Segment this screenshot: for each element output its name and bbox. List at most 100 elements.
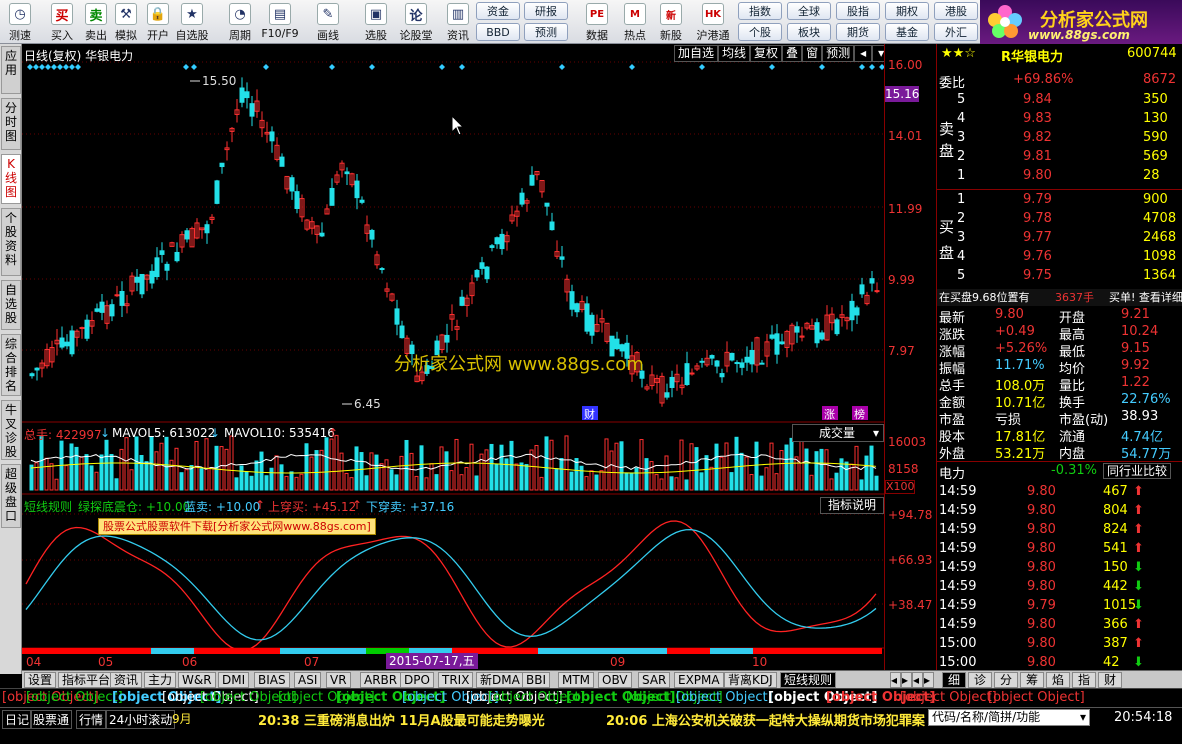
indicator-tab[interactable]: ARBR bbox=[360, 672, 402, 688]
indicator-tab[interactable]: BBI bbox=[522, 672, 551, 688]
toolbar-hk-button[interactable]: HK 沪港通 bbox=[694, 1, 732, 43]
toolbar-pen-button[interactable]: ✎ 画线 bbox=[310, 1, 346, 43]
right-panel-tab[interactable]: 财 bbox=[1098, 672, 1122, 688]
indicator-tab[interactable]: TRIX bbox=[438, 672, 474, 688]
left-tab[interactable]: 超级盘口 bbox=[1, 464, 21, 528]
chart-header-button[interactable]: 复权 bbox=[750, 45, 783, 62]
volume-select[interactable]: 成交量 ▾ bbox=[792, 424, 884, 442]
chart-header-button[interactable]: 窗 bbox=[802, 45, 823, 62]
right-panel-tab[interactable]: 筹 bbox=[1020, 672, 1044, 688]
toolbar-star-button[interactable]: ★ 自选股 bbox=[174, 1, 210, 43]
left-tab[interactable]: 自选股 bbox=[1, 280, 21, 330]
left-tab[interactable]: 应用 bbox=[1, 46, 21, 94]
toolbar-hammer-button[interactable]: ⚒ 模拟 bbox=[108, 1, 144, 43]
chart-header-button[interactable]: 叠 bbox=[782, 45, 803, 62]
right-panel-tab[interactable]: 细 bbox=[942, 672, 966, 688]
right-panel-tab[interactable]: 指 bbox=[1072, 672, 1096, 688]
indicator-tab[interactable]: SAR bbox=[638, 672, 671, 688]
queue-link[interactable]: 买单! 查看详细 bbox=[1109, 289, 1182, 305]
indicator-tab[interactable]: VR bbox=[326, 672, 351, 688]
toolbar-grid-button[interactable]: 全球 bbox=[787, 2, 831, 20]
right-panel-tab[interactable]: 焰 bbox=[1046, 672, 1070, 688]
indicator-tab[interactable]: EXPMA bbox=[674, 672, 724, 688]
indicator-help-button[interactable]: 指标说明 bbox=[820, 497, 884, 514]
toolbar-forum-button[interactable]: 论论股堂 bbox=[398, 1, 434, 43]
toolbar-grid-button[interactable]: 港股 bbox=[934, 2, 978, 20]
news-headline-1[interactable]: 20:38 三重磅消息出炉 11月A股最可能走势曝光 bbox=[258, 710, 545, 729]
indicator-tab[interactable]: DMI bbox=[218, 672, 250, 688]
toolbar-grid-button[interactable]: 个股 bbox=[738, 23, 782, 41]
chevron-left-icon[interactable]: ◂ bbox=[890, 672, 901, 688]
news-headline-2[interactable]: 20:06 上海公安机关破获一起特大操纵期货市场犯罪案 bbox=[606, 710, 925, 729]
indicator-tab[interactable]: 主力 bbox=[144, 672, 177, 688]
toolbar-lock-button[interactable]: 🔒 开户 bbox=[140, 1, 176, 43]
toolbar-mid-button[interactable]: BBD bbox=[476, 23, 520, 41]
left-tab[interactable]: 综合排名 bbox=[1, 334, 21, 396]
status-left-item[interactable]: 行情 bbox=[76, 710, 107, 729]
event-badge[interactable]: 财 bbox=[584, 407, 595, 421]
indicator-tab[interactable]: 背离KDJ bbox=[724, 672, 777, 688]
indicator-tab[interactable]: 资讯 bbox=[110, 672, 143, 688]
toolbar-grid-button[interactable]: 指数 bbox=[738, 2, 782, 20]
toolbar-f10-button[interactable]: ▤ F10/F9 bbox=[261, 1, 299, 43]
chevron-left-icon[interactable]: ◂ bbox=[854, 45, 873, 62]
indicator-tab[interactable]: 新DMA bbox=[476, 672, 524, 688]
toolbar-mid-button[interactable]: 预测 bbox=[524, 23, 568, 41]
toolbar-buy-button[interactable]: 买买入 bbox=[44, 1, 80, 43]
toolbar-mid-button[interactable]: 研报 bbox=[524, 2, 568, 20]
toolbar-grid-button[interactable]: 基金 bbox=[885, 23, 929, 41]
toolbar-hot-button[interactable]: M 热点 bbox=[616, 1, 654, 43]
indicator-banner[interactable]: 股票公式股票软件下载[分析家公式网www.88gs.com] bbox=[98, 518, 376, 535]
toolbar-grid-button[interactable]: 板块 bbox=[787, 23, 831, 41]
left-tab[interactable]: 牛叉诊股 bbox=[1, 400, 21, 460]
event-badge[interactable]: 涨 bbox=[824, 408, 835, 421]
indicator-tab[interactable]: 指标平台 bbox=[58, 672, 115, 688]
toolbar-grid-button[interactable]: 外汇 bbox=[934, 23, 978, 41]
indicator-tab[interactable]: DPO bbox=[400, 672, 434, 688]
toolbar-pe-button[interactable]: PE 数据 bbox=[578, 1, 616, 43]
kline-chart-area[interactable]: 15.506.45财涨榜04050607080910 日线(复权) 华银电力 加… bbox=[22, 44, 891, 670]
indicator-tab[interactable]: 短线规则 bbox=[780, 672, 837, 688]
chart-header-button[interactable]: 预测 bbox=[822, 45, 855, 62]
volume-bar bbox=[569, 471, 574, 491]
indicator-tab[interactable]: OBV bbox=[598, 672, 632, 688]
toolbar-ipo-button[interactable]: 新新股 bbox=[652, 1, 690, 43]
month-label: 04 bbox=[26, 655, 41, 669]
left-tab[interactable]: K线图 bbox=[1, 154, 21, 204]
toolbar-screen-button[interactable]: ▣ 选股 bbox=[358, 1, 394, 43]
indicator-line-cyan bbox=[25, 529, 877, 641]
volume-bar bbox=[484, 449, 489, 491]
right-panel-tab[interactable]: 诊 bbox=[968, 672, 992, 688]
status-left-item[interactable]: 24小时滚动 bbox=[106, 710, 176, 729]
toolbar-grid-button[interactable]: 股指 bbox=[836, 2, 880, 20]
chart-header-button[interactable]: 加自选 bbox=[674, 45, 719, 62]
toolbar-mid-button[interactable]: 资金 bbox=[476, 2, 520, 20]
peer-compare-button[interactable]: 同行业比较 bbox=[1103, 463, 1172, 479]
status-left-item[interactable]: 日记 bbox=[2, 710, 33, 729]
toolbar-grid-button[interactable]: 期权 bbox=[885, 2, 929, 20]
chart-header-button[interactable]: 均线 bbox=[718, 45, 751, 62]
indicator-tab[interactable]: MTM bbox=[558, 672, 595, 688]
indicator-tab[interactable]: ASI bbox=[294, 672, 322, 688]
chevron-left-icon[interactable]: ◂ bbox=[912, 672, 923, 688]
toolbar-clock-button[interactable]: ◷ 测速 bbox=[2, 1, 38, 43]
indicator-tab[interactable]: BIAS bbox=[254, 672, 290, 688]
toolbar-grid-button[interactable]: 期货 bbox=[836, 23, 880, 41]
code-search-input[interactable]: 代码/名称/简拼/功能 ▾ bbox=[928, 709, 1090, 726]
left-tab[interactable]: 分时图 bbox=[1, 98, 21, 150]
pe-icon: PE bbox=[586, 3, 608, 25]
toolbar-period-button[interactable]: ◔ 周期 bbox=[222, 1, 258, 43]
chevron-right-icon[interactable]: ▸ bbox=[923, 672, 934, 688]
chevron-down-icon[interactable]: ▾ bbox=[1080, 710, 1086, 725]
indicator-tab[interactable]: 设置 bbox=[24, 672, 57, 688]
toolbar-news-button[interactable]: ▥ 资讯 bbox=[440, 1, 476, 43]
right-panel-tab[interactable]: 分 bbox=[994, 672, 1018, 688]
status-left-item[interactable]: 股票通 bbox=[30, 710, 73, 729]
queue-left: 在买盘9.68位置有 bbox=[939, 291, 1030, 304]
left-tab[interactable]: 个股资料 bbox=[1, 208, 21, 276]
event-badge[interactable]: 榜 bbox=[854, 407, 865, 421]
candle-body bbox=[359, 199, 365, 203]
status-left-item[interactable]: 9月 bbox=[172, 710, 192, 727]
indicator-tab[interactable]: W&R bbox=[178, 672, 216, 688]
chevron-right-icon[interactable]: ▸ bbox=[901, 672, 912, 688]
